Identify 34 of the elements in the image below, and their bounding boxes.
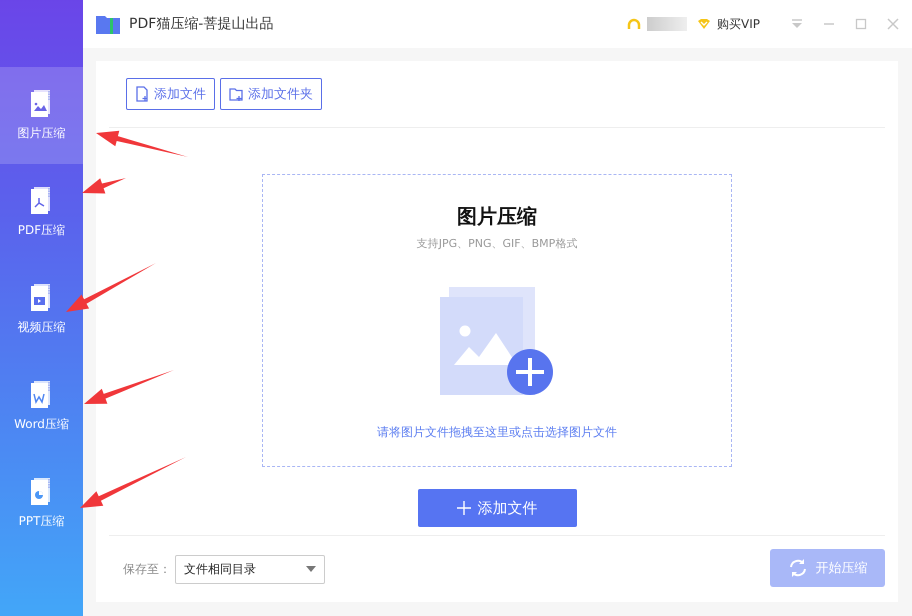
drop-hint: 请将图片文件拖拽至这里或点击选择图片文件	[377, 424, 617, 441]
chart-file-icon	[30, 477, 52, 505]
file-plus-icon	[135, 86, 149, 102]
save-to-label: 保存至：	[123, 560, 171, 578]
headset-icon	[627, 18, 642, 30]
save-location-dropdown[interactable]: 文件相同目录	[175, 554, 325, 584]
add-file-button[interactable]: 添加文件	[418, 489, 576, 527]
folder-logo-icon	[96, 14, 120, 34]
diamond-icon	[697, 18, 712, 30]
word-file-icon	[30, 380, 52, 408]
caret-icon	[306, 566, 316, 572]
drop-zone[interactable]: 图片压缩 支持JPG、PNG、GIF、BMP格式 请将图片文件拖拽至这里或点击选择图片文件	[262, 174, 732, 467]
buy-vip-link[interactable]: 购买VIP	[717, 16, 760, 32]
annotation-arrow	[82, 178, 126, 194]
folder-plus-icon	[229, 86, 243, 102]
sidebar-item[interactable]: Word压缩	[0, 358, 83, 455]
refresh-icon	[788, 558, 808, 578]
pdf-file-icon	[30, 186, 52, 214]
sidebar-item[interactable]: 视频压缩	[0, 261, 83, 358]
drop-zone-title: 图片压缩	[457, 203, 537, 230]
maximize-icon[interactable]	[854, 17, 868, 31]
dropdown-menu-icon[interactable]	[790, 17, 804, 31]
video-file-icon	[30, 283, 52, 311]
supported-formats: 支持JPG、PNG、GIF、BMP格式	[416, 236, 578, 251]
sidebar-item[interactable]: PDF压缩	[0, 164, 83, 261]
add-folder-button[interactable]: 添加文件夹	[220, 78, 322, 110]
sidebar-item[interactable]: 图片压缩	[0, 67, 83, 164]
redacted-username	[647, 17, 688, 31]
close-icon[interactable]	[886, 17, 900, 31]
plus-icon	[456, 501, 470, 515]
image-file-icon	[30, 89, 52, 117]
window-title: PDF猫压缩-菩提山出品	[129, 15, 274, 33]
add-file-button[interactable]: 添加文件	[126, 78, 215, 110]
sidebar-item[interactable]: PPT压缩	[0, 455, 83, 552]
